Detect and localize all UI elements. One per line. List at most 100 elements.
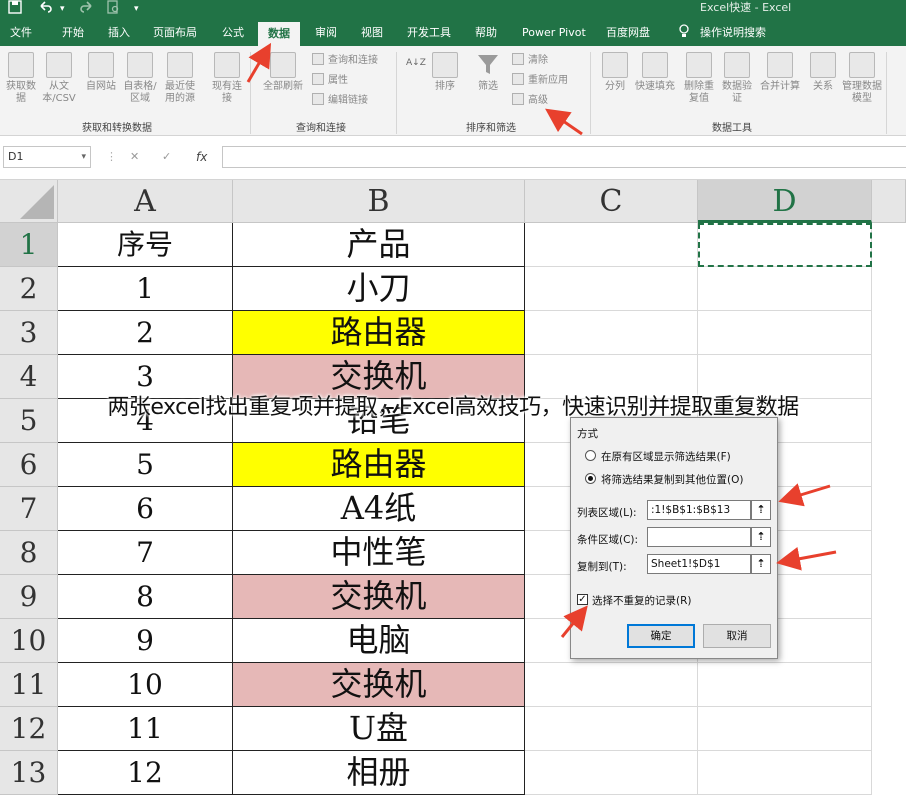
cell-b[interactable]: 交换机 <box>233 663 525 707</box>
cell-c[interactable] <box>525 751 698 795</box>
cell-a[interactable]: 8 <box>58 575 233 619</box>
copy-to-collapse-icon[interactable]: ⇡ <box>751 554 771 574</box>
cell-b[interactable]: 交换机 <box>233 575 525 619</box>
chevron-down-icon[interactable]: ▾ <box>81 147 86 167</box>
row-header[interactable]: 3 <box>0 311 58 355</box>
column-header-a[interactable]: A <box>58 180 233 223</box>
radio-copy-to-location[interactable] <box>585 473 596 484</box>
list-range-input[interactable]: :1!$B$1:$B$13 <box>647 500 751 520</box>
list-range-collapse-icon[interactable]: ⇡ <box>751 500 771 520</box>
cell-b[interactable]: 产品 <box>233 223 525 267</box>
get-data-button[interactable]: 获取数据 <box>2 52 40 105</box>
remove-duplicates-button[interactable]: 删除重复值 <box>680 52 718 105</box>
relationships-button[interactable]: 关系 <box>804 52 842 93</box>
cell-d[interactable] <box>698 311 872 355</box>
redo-icon[interactable] <box>80 0 94 20</box>
cell-c[interactable] <box>525 267 698 311</box>
radio-filter-in-place[interactable] <box>585 450 596 461</box>
cell-a[interactable]: 10 <box>58 663 233 707</box>
insert-function-icon[interactable]: fx <box>196 146 207 168</box>
cell-d[interactable] <box>698 663 872 707</box>
cell-b[interactable]: 小刀 <box>233 267 525 311</box>
column-header-c[interactable]: C <box>525 180 698 223</box>
cell-a[interactable]: 5 <box>58 443 233 487</box>
column-header-b[interactable]: B <box>233 180 525 223</box>
flash-fill-button[interactable]: 快速填充 <box>632 52 678 93</box>
cell-d[interactable] <box>698 707 872 751</box>
formula-input[interactable] <box>222 146 906 168</box>
queries-connections-button[interactable]: 查询和连接 <box>312 52 378 70</box>
tab-insert[interactable]: 插入 <box>108 20 130 46</box>
tab-baidu-netdisk[interactable]: 百度网盘 <box>606 20 650 46</box>
from-web-button[interactable]: 自网站 <box>82 52 120 93</box>
cell-a[interactable]: 11 <box>58 707 233 751</box>
tab-help[interactable]: 帮助 <box>475 20 497 46</box>
cancel-icon[interactable]: ✕ <box>130 146 139 168</box>
cell-c[interactable] <box>525 223 698 267</box>
unique-records-label[interactable]: 选择不重复的记录(R) <box>592 593 692 608</box>
from-text-csv-button[interactable]: 从文本/CSV <box>40 52 78 105</box>
from-table-button[interactable]: 自表格/区域 <box>121 52 159 105</box>
sort-az-icon[interactable]: A↓Z <box>406 54 426 72</box>
row-header[interactable]: 11 <box>0 663 58 707</box>
column-header-d[interactable]: D <box>698 180 872 223</box>
tab-page-layout[interactable]: 页面布局 <box>153 20 197 46</box>
tab-review[interactable]: 审阅 <box>315 20 337 46</box>
cell-d[interactable] <box>698 267 872 311</box>
row-header[interactable]: 10 <box>0 619 58 663</box>
data-validation-button[interactable]: 数据验证 <box>718 52 756 105</box>
tell-me-search[interactable]: 操作说明搜索 <box>700 20 766 46</box>
tab-home[interactable]: 开始 <box>62 20 84 46</box>
cell-b[interactable]: 相册 <box>233 751 525 795</box>
text-to-columns-button[interactable]: 分列 <box>596 52 634 93</box>
lightbulb-icon[interactable] <box>678 20 690 46</box>
refresh-all-button[interactable]: 全部刷新 <box>258 52 308 93</box>
cell-b[interactable]: 中性笔 <box>233 531 525 575</box>
properties-button[interactable]: 属性 <box>312 72 348 90</box>
cell-a[interactable]: 9 <box>58 619 233 663</box>
advanced-filter-button[interactable]: 高级 <box>512 92 548 110</box>
cell-c[interactable] <box>525 311 698 355</box>
cell-a[interactable]: 6 <box>58 487 233 531</box>
sort-button[interactable]: 排序 <box>426 52 464 93</box>
undo-icon[interactable] <box>38 0 52 20</box>
row-header[interactable]: 7 <box>0 487 58 531</box>
unique-records-checkbox[interactable]: ✓ <box>577 594 588 605</box>
existing-connections-button[interactable]: 现有连接 <box>208 52 246 105</box>
cell-b[interactable]: 路由器 <box>233 443 525 487</box>
cell-b[interactable]: A4纸 <box>233 487 525 531</box>
criteria-range-input[interactable] <box>647 527 751 547</box>
tab-developer[interactable]: 开发工具 <box>407 20 451 46</box>
row-header[interactable]: 9 <box>0 575 58 619</box>
reapply-button[interactable]: 重新应用 <box>512 72 568 90</box>
manage-data-model-button[interactable]: 管理数据模型 <box>842 52 882 105</box>
criteria-range-collapse-icon[interactable]: ⇡ <box>751 527 771 547</box>
tab-file[interactable]: 文件 <box>10 20 32 46</box>
customize-toolbar-icon[interactable]: ▾ <box>134 0 139 20</box>
cell-a[interactable]: 序号 <box>58 223 233 267</box>
cell-b[interactable]: 路由器 <box>233 311 525 355</box>
cell-b[interactable]: 电脑 <box>233 619 525 663</box>
copy-to-input[interactable]: Sheet1!$D$1 <box>647 554 751 574</box>
row-header[interactable]: 6 <box>0 443 58 487</box>
clear-filter-button[interactable]: 清除 <box>512 52 548 70</box>
row-header[interactable]: 8 <box>0 531 58 575</box>
tab-power-pivot[interactable]: Power Pivot <box>522 20 586 46</box>
enter-icon[interactable]: ✓ <box>162 146 171 168</box>
consolidate-button[interactable]: 合并计算 <box>757 52 803 93</box>
ok-button[interactable]: 确定 <box>627 624 695 648</box>
cell-a[interactable]: 7 <box>58 531 233 575</box>
row-header[interactable]: 12 <box>0 707 58 751</box>
cell-c[interactable] <box>525 707 698 751</box>
name-box[interactable]: D1 ▾ <box>3 146 91 168</box>
cell-d[interactable] <box>698 751 872 795</box>
tab-view[interactable]: 视图 <box>361 20 383 46</box>
radio-filter-in-place-label[interactable]: 在原有区域显示筛选结果(F) <box>601 449 731 464</box>
cancel-button[interactable]: 取消 <box>703 624 771 648</box>
edit-links-button[interactable]: 编辑链接 <box>312 92 368 110</box>
radio-copy-to-location-label[interactable]: 将筛选结果复制到其他位置(O) <box>601 472 743 487</box>
row-header[interactable]: 13 <box>0 751 58 795</box>
cell-a[interactable]: 12 <box>58 751 233 795</box>
cell-b[interactable]: U盘 <box>233 707 525 751</box>
filter-button[interactable]: 筛选 <box>469 52 507 93</box>
